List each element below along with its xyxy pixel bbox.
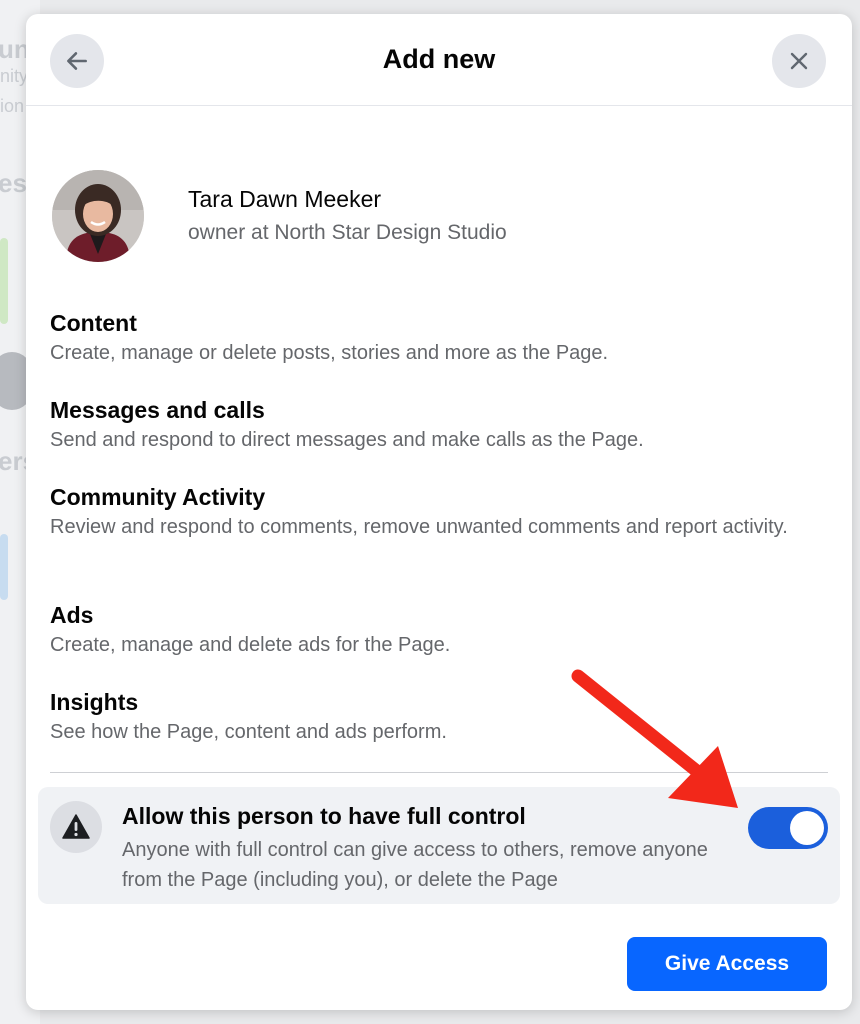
permission-title: Messages and calls [50, 397, 265, 423]
full-control-description: Anyone with full control can give access… [122, 839, 708, 891]
background-text: ion [0, 96, 25, 116]
permission-item-content: Content Create, manage or delete posts, … [50, 308, 840, 368]
close-button[interactable] [772, 34, 826, 88]
permission-description: Send and respond to direct messages and … [50, 429, 644, 451]
toggle-knob [790, 811, 824, 845]
permission-description: Create, manage or delete posts, stories … [50, 342, 609, 364]
profile-name: Tara Dawn Meeker [188, 186, 382, 212]
background-text: nity [0, 66, 29, 86]
annotation-arrow-icon [571, 669, 738, 808]
permission-description: Create, manage and delete ads for the Pa… [50, 634, 451, 656]
warning-badge [50, 801, 102, 853]
permission-title: Community Activity [50, 484, 266, 510]
permission-item-messages: Messages and calls Send and respond to d… [50, 395, 840, 455]
permission-item-ads: Ads Create, manage and delete ads for th… [50, 600, 840, 660]
full-control-title: Allow this person to have full control [122, 803, 526, 829]
add-new-dialog: Add new Tara Dawn Meeker owner at North … [26, 14, 852, 1010]
permission-description: Review and respond to comments, remove u… [50, 516, 788, 538]
give-access-button[interactable]: Give Access [627, 937, 827, 991]
warning-icon [62, 814, 90, 839]
background-card [0, 534, 8, 600]
permission-item-community: Community Activity Review and respond to… [50, 482, 840, 542]
avatar [52, 170, 144, 262]
full-control-toggle[interactable] [748, 807, 828, 849]
background-card [0, 238, 8, 324]
profile-card: Tara Dawn Meeker owner at North Star Des… [52, 170, 752, 262]
dialog-header: Add new [26, 14, 852, 106]
profile-subtitle: owner at North Star Design Studio [188, 221, 507, 244]
close-icon [790, 52, 808, 70]
permission-title: Ads [50, 602, 94, 628]
dialog-title: Add new [382, 44, 496, 74]
person-photo [52, 170, 144, 262]
permission-title: Content [50, 310, 137, 336]
background-text: es [0, 168, 27, 198]
